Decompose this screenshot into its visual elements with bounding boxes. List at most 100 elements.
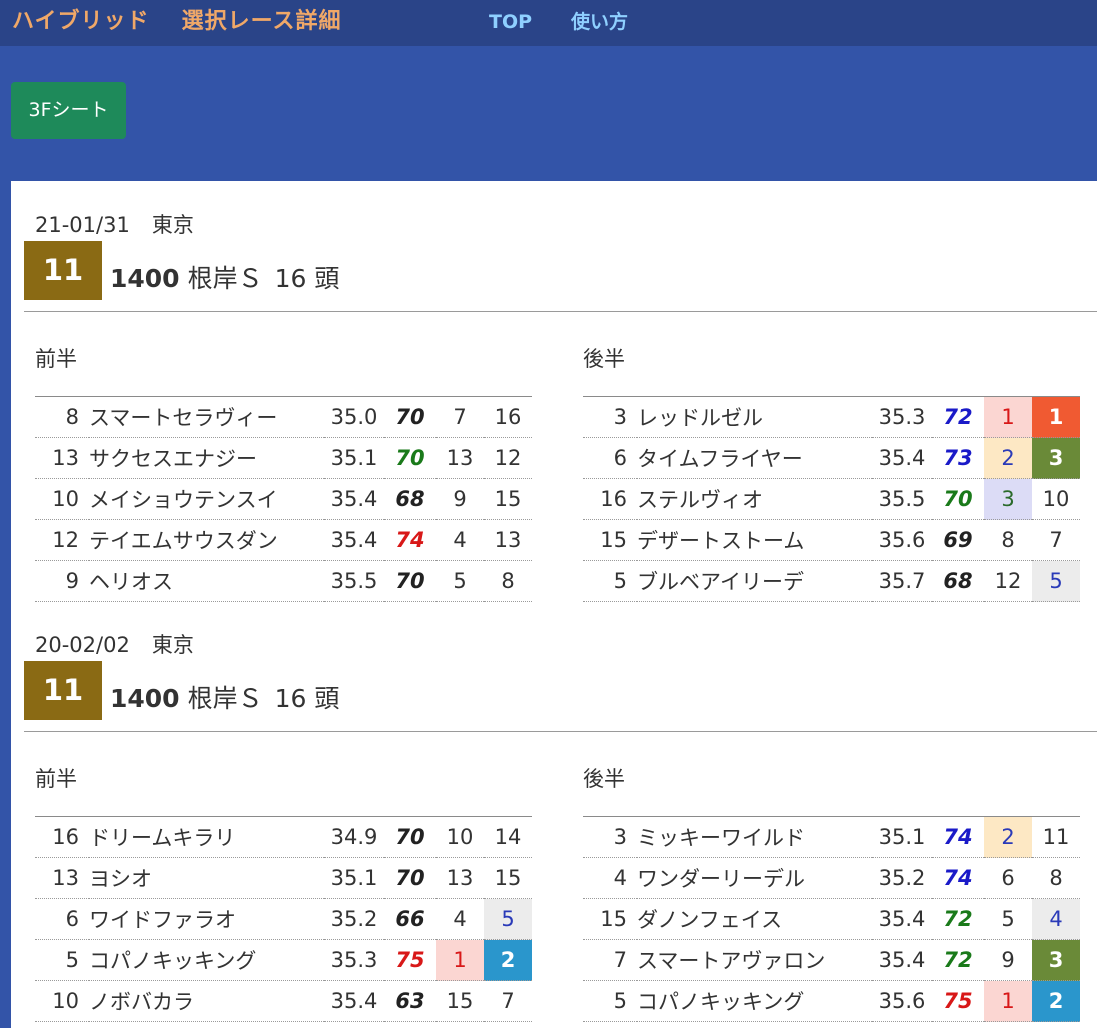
back-half-label: 後半 (583, 767, 625, 791)
split-time: 35.3 (324, 939, 384, 981)
split-rank: 12 (984, 560, 1032, 602)
race-name: 根岸Ｓ (187, 264, 263, 293)
horse-row: 3 ミッキーワイルド 35.1 74 2 11 (583, 816, 1080, 858)
finish-rank: 10 (1032, 478, 1080, 520)
back-half-label: 後半 (583, 347, 625, 371)
horse-row: 5 ブルベアイリーデ 35.7 68 12 5 (583, 560, 1080, 602)
race-date: 20-02/02 東京 (35, 629, 194, 659)
race-date-value: 20-02/02 (35, 633, 130, 657)
finish-rank: 5 (1032, 560, 1080, 602)
finish-rank: 13 (484, 519, 532, 561)
split-time: 35.5 (872, 478, 932, 520)
split-time: 35.4 (872, 898, 932, 940)
horse-number: 3 (583, 816, 637, 858)
horse-name: ブルベアイリーデ (637, 560, 872, 602)
horse-row: 9 ヘリオス 35.5 70 5 8 (35, 560, 532, 602)
split-rank: 6 (984, 857, 1032, 899)
finish-rank: 3 (1032, 437, 1080, 479)
horse-name: メイショウテンスイ (89, 478, 324, 520)
race-number-badge: 11 (24, 241, 102, 300)
race-venue: 東京 (151, 213, 194, 237)
speed-index: 70 (384, 560, 436, 602)
horse-name: サクセスエナジー (89, 437, 324, 479)
nav-howto-link[interactable]: 使い方 (571, 6, 628, 38)
split-rank: 9 (436, 478, 484, 520)
split-time: 35.1 (324, 857, 384, 899)
horse-name: スマートアヴァロン (637, 939, 872, 981)
split-rank: 2 (984, 816, 1032, 858)
speed-index: 72 (932, 939, 984, 981)
split-time: 35.0 (324, 396, 384, 438)
split-time: 35.7 (872, 560, 932, 602)
finish-rank: 8 (1032, 857, 1080, 899)
finish-rank: 11 (1032, 816, 1080, 858)
split-rank: 5 (984, 898, 1032, 940)
finish-rank: 4 (1032, 898, 1080, 940)
split-time: 35.4 (324, 519, 384, 561)
horse-name: テイエムサウスダン (89, 519, 324, 561)
horse-number: 6 (583, 437, 637, 479)
horse-row: 3 レッドルゼル 35.3 72 1 1 (583, 396, 1080, 438)
horse-name: ノボバカラ (89, 980, 324, 1022)
horse-row: 5 コパノキッキング 35.6 75 1 2 (583, 980, 1080, 1022)
split-rank: 8 (984, 519, 1032, 561)
speed-index: 70 (384, 857, 436, 899)
race-detail-panel: 21-01/31 東京 11 1400 根岸Ｓ 16 頭 前半 後半 8 スマートセラヴ… (11, 181, 1097, 1028)
race-divider (24, 731, 1097, 732)
horse-number: 13 (35, 857, 89, 899)
3f-sheet-button[interactable]: 3Fシート (11, 82, 126, 139)
horse-number: 5 (583, 980, 637, 1022)
finish-rank: 3 (1032, 939, 1080, 981)
speed-index: 73 (932, 437, 984, 479)
front-half-label: 前半 (35, 767, 77, 791)
horse-row: 15 ダノンフェイス 35.4 72 5 4 (583, 898, 1080, 940)
race-date-value: 21-01/31 (35, 213, 130, 237)
race-info: 1400 根岸Ｓ 16 頭 (110, 679, 339, 715)
horse-number: 5 (583, 560, 637, 602)
split-rank: 4 (436, 519, 484, 561)
horse-row: 6 タイムフライヤー 35.4 73 2 3 (583, 437, 1080, 479)
speed-index: 72 (932, 898, 984, 940)
horse-row: 7 スマートアヴァロン 35.4 72 9 3 (583, 939, 1080, 981)
site-title-main: ハイブリッド (12, 9, 150, 34)
speed-index: 74 (932, 816, 984, 858)
horse-name: コパノキッキング (637, 980, 872, 1022)
finish-rank: 2 (484, 939, 532, 981)
horse-row: 4 ワンダーリーデル 35.2 74 6 8 (583, 857, 1080, 899)
horse-name: ステルヴィオ (637, 478, 872, 520)
horse-row: 13 ヨシオ 35.1 70 13 15 (35, 857, 532, 899)
horse-number: 6 (35, 898, 89, 940)
speed-index: 66 (384, 898, 436, 940)
speed-index: 68 (384, 478, 436, 520)
split-time: 35.4 (872, 437, 932, 479)
split-rank: 1 (984, 980, 1032, 1022)
horse-row: 10 メイショウテンスイ 35.4 68 9 15 (35, 478, 532, 520)
split-rank: 3 (984, 478, 1032, 520)
speed-index: 75 (932, 980, 984, 1022)
horse-name: ヘリオス (89, 560, 324, 602)
finish-rank: 16 (484, 396, 532, 438)
finish-rank: 1 (1032, 396, 1080, 438)
front-half-table: 8 スマートセラヴィー 35.0 70 7 16 13 サクセスエナジー 35.1 70 13 12 1… (35, 396, 532, 602)
speed-index: 70 (384, 437, 436, 479)
race-distance: 1400 (110, 684, 180, 713)
race-date: 21-01/31 東京 (35, 209, 194, 239)
speed-index: 74 (384, 519, 436, 561)
front-half-label: 前半 (35, 347, 77, 371)
horse-number: 10 (35, 478, 89, 520)
speed-index: 70 (932, 478, 984, 520)
horse-number: 10 (35, 980, 89, 1022)
horse-name: コパノキッキング (89, 939, 324, 981)
finish-rank: 7 (484, 980, 532, 1022)
nav-top-link[interactable]: TOP (489, 6, 532, 38)
speed-index: 69 (932, 519, 984, 561)
horse-name: スマートセラヴィー (89, 396, 324, 438)
split-time: 34.9 (324, 816, 384, 858)
horse-row: 8 スマートセラヴィー 35.0 70 7 16 (35, 396, 532, 438)
speed-index: 75 (384, 939, 436, 981)
speed-index: 74 (932, 857, 984, 899)
horse-name: レッドルゼル (637, 396, 872, 438)
horse-name: ワンダーリーデル (637, 857, 872, 899)
finish-rank: 5 (484, 898, 532, 940)
finish-rank: 15 (484, 857, 532, 899)
